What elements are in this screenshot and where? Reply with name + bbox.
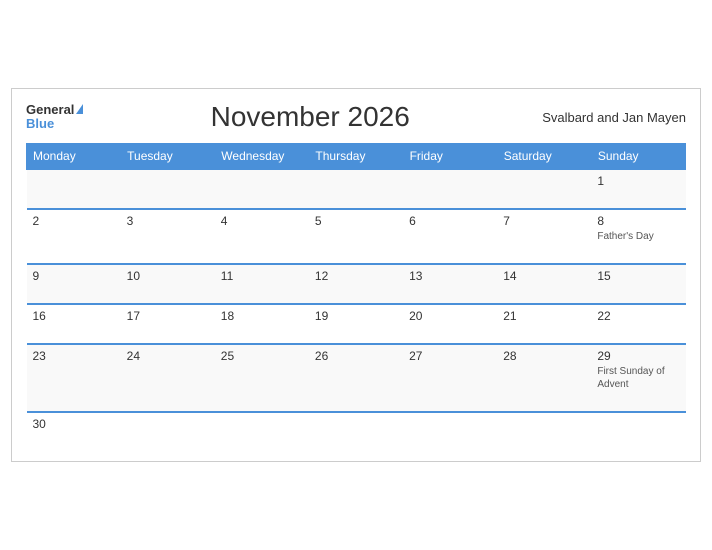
day-number: 23: [33, 349, 115, 363]
table-row: 19: [309, 304, 403, 344]
day-number: 15: [597, 269, 679, 283]
table-row: 23: [27, 344, 121, 412]
calendar-title: November 2026: [84, 101, 536, 133]
day-number: 8: [597, 214, 679, 228]
table-row: 9: [27, 264, 121, 304]
day-number: 18: [221, 309, 303, 323]
day-number: 3: [127, 214, 209, 228]
table-row: 29 First Sunday of Advent: [591, 344, 685, 412]
day-number: 16: [33, 309, 115, 323]
table-row: [27, 169, 121, 209]
day-number: 14: [503, 269, 585, 283]
day-number: 9: [33, 269, 115, 283]
day-number: 1: [597, 174, 679, 188]
table-row: [121, 169, 215, 209]
logo: General Blue: [26, 103, 84, 132]
table-row: [215, 412, 309, 451]
day-number: 27: [409, 349, 491, 363]
table-row: 27: [403, 344, 497, 412]
table-row: 25: [215, 344, 309, 412]
table-row: 22: [591, 304, 685, 344]
table-row: [309, 169, 403, 209]
day-number: 13: [409, 269, 491, 283]
day-number: 10: [127, 269, 209, 283]
week-row: 2345678 Father's Day: [27, 209, 686, 264]
table-row: 26: [309, 344, 403, 412]
table-row: 30: [27, 412, 121, 451]
table-row: 20: [403, 304, 497, 344]
table-row: 28: [497, 344, 591, 412]
day-number: 19: [315, 309, 397, 323]
table-row: 4: [215, 209, 309, 264]
calendar-wrapper: General Blue November 2026 Svalbard and …: [11, 88, 701, 462]
table-row: 12: [309, 264, 403, 304]
table-row: [497, 169, 591, 209]
table-row: [497, 412, 591, 451]
day-number: 21: [503, 309, 585, 323]
header-friday: Friday: [403, 144, 497, 170]
table-row: 13: [403, 264, 497, 304]
table-row: [215, 169, 309, 209]
table-row: 1: [591, 169, 685, 209]
table-row: [403, 169, 497, 209]
table-row: [121, 412, 215, 451]
table-row: 8 Father's Day: [591, 209, 685, 264]
table-row: 7: [497, 209, 591, 264]
calendar-header: General Blue November 2026 Svalbard and …: [26, 101, 686, 133]
table-row: 14: [497, 264, 591, 304]
table-row: [309, 412, 403, 451]
day-number: 5: [315, 214, 397, 228]
event-label: First Sunday of Advent: [597, 365, 679, 391]
header-monday: Monday: [27, 144, 121, 170]
day-number: 25: [221, 349, 303, 363]
week-row: 1: [27, 169, 686, 209]
table-row: 15: [591, 264, 685, 304]
day-number: 4: [221, 214, 303, 228]
header-wednesday: Wednesday: [215, 144, 309, 170]
day-number: 29: [597, 349, 679, 363]
table-row: 2: [27, 209, 121, 264]
day-number: 6: [409, 214, 491, 228]
day-number: 24: [127, 349, 209, 363]
week-row: 9 10 11 12 13 14 15: [27, 264, 686, 304]
table-row: 24: [121, 344, 215, 412]
region-label: Svalbard and Jan Mayen: [536, 110, 686, 125]
logo-triangle-icon: [76, 104, 83, 114]
header-tuesday: Tuesday: [121, 144, 215, 170]
table-row: 21: [497, 304, 591, 344]
table-row: 5: [309, 209, 403, 264]
calendar-table: Monday Tuesday Wednesday Thursday Friday…: [26, 143, 686, 451]
table-row: 18: [215, 304, 309, 344]
day-number: 17: [127, 309, 209, 323]
table-row: [591, 412, 685, 451]
logo-general: General: [26, 103, 84, 117]
day-number: 2: [33, 214, 115, 228]
table-row: 17: [121, 304, 215, 344]
table-row: 3: [121, 209, 215, 264]
day-number: 20: [409, 309, 491, 323]
day-number: 30: [33, 417, 115, 431]
header-thursday: Thursday: [309, 144, 403, 170]
table-row: 10: [121, 264, 215, 304]
day-number: 12: [315, 269, 397, 283]
header-sunday: Sunday: [591, 144, 685, 170]
table-row: 11: [215, 264, 309, 304]
logo-general-text: General: [26, 103, 74, 117]
week-row: 30: [27, 412, 686, 451]
event-label: Father's Day: [597, 230, 679, 243]
header-saturday: Saturday: [497, 144, 591, 170]
day-number: 26: [315, 349, 397, 363]
table-row: 16: [27, 304, 121, 344]
logo-blue-text: Blue: [26, 117, 84, 131]
day-number: 11: [221, 269, 303, 283]
day-number: 28: [503, 349, 585, 363]
table-row: 6: [403, 209, 497, 264]
table-row: [403, 412, 497, 451]
day-number: 7: [503, 214, 585, 228]
day-number: 22: [597, 309, 679, 323]
weekday-header-row: Monday Tuesday Wednesday Thursday Friday…: [27, 144, 686, 170]
week-row: 16 17 18 19 20 21 22: [27, 304, 686, 344]
week-row: 23 24 25 26 27 28 29 First Sunday of Advent: [27, 344, 686, 412]
